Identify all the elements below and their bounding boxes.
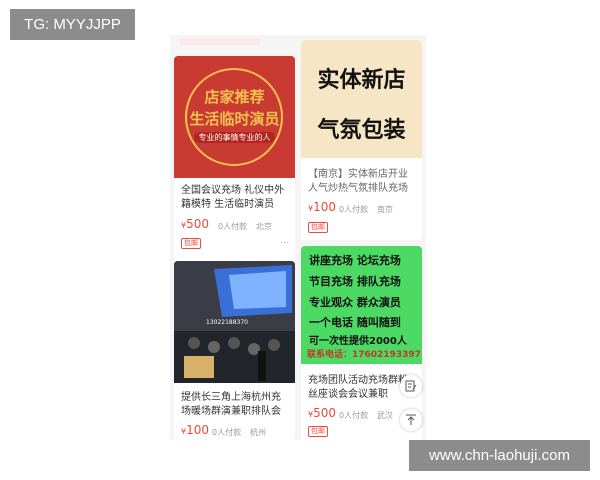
back-to-top-button[interactable]: [400, 409, 422, 431]
product-title: 全国会议充场 礼仪中外籍模特 生活临时演员: [181, 185, 285, 210]
payers-count: 0人付款: [339, 411, 369, 420]
location: 杭州: [250, 428, 266, 437]
product-title: 提供长三角上海杭州充场暖场群演兼职排队会: [181, 392, 281, 417]
product-price: ¥100: [308, 200, 336, 214]
product-price: ¥500: [308, 406, 336, 420]
image-phone-label: 13022188370: [206, 319, 248, 326]
product-card[interactable]: 店家推荐 生活临时演员 专业的事情专业的人 全国会议充场 礼仪中外籍模特 生活临…: [174, 56, 295, 285]
product-card[interactable]: 13022188370 提供长三角上海杭州充场暖场群演兼职排队会 ¥100 0人…: [174, 261, 295, 440]
image-text-line: 一个电话 随叫随到: [309, 316, 401, 329]
image-contact: 联系电话：17602193397: [307, 350, 421, 360]
watermark-top-left: TG: MYYJJPP: [10, 9, 135, 40]
product-feed: 店家推荐 生活临时演员 专业的事情专业的人 全国会议充场 礼仪中外籍模特 生活临…: [170, 35, 426, 440]
product-image: 店家推荐 生活临时演员 专业的事情专业的人: [174, 56, 295, 178]
image-text-line1: 实体新店: [317, 68, 406, 93]
location: 南京: [377, 205, 393, 214]
image-text-line2: 气氛包装: [317, 118, 406, 143]
product-title: 充场团队活动充场群粉丝座谈会会议兼职: [308, 375, 408, 400]
payers-count: 0人付款: [218, 222, 248, 231]
payers-count: 0人付款: [212, 428, 242, 437]
edit-icon: [405, 380, 417, 392]
watermark-bottom-right: www.chn-laohuji.com: [409, 440, 590, 471]
free-shipping-badge: 包邮: [308, 222, 328, 233]
image-text-line: 可一次性提供2000人: [309, 336, 407, 347]
product-image: 实体新店 气氛包装: [301, 40, 422, 158]
payers-count: 0人付款: [339, 205, 369, 214]
image-text-line2: 生活临时演员: [189, 110, 280, 128]
image-text-line3: 专业的事情专业的人: [194, 132, 275, 143]
product-image: 讲座充场 论坛充场 节目充场 排队充场 专业观众 群众演员 一个电话 随叫随到 …: [301, 246, 422, 364]
location: 北京: [256, 222, 272, 231]
free-shipping-badge: 包邮: [308, 426, 328, 437]
free-shipping-badge: 包邮: [181, 238, 201, 249]
image-text-line1: 店家推荐: [204, 88, 265, 106]
image-text-line: 专业观众 群众演员: [309, 296, 401, 309]
previous-card-remnant: [180, 39, 260, 45]
image-text-line: 节目充场 排队充场: [309, 275, 401, 288]
location: 武汉: [377, 411, 393, 420]
product-image: 13022188370: [174, 261, 295, 383]
product-price: ¥100: [181, 423, 209, 437]
product-price: ¥500: [181, 217, 209, 231]
product-card[interactable]: 实体新店 气氛包装 【南京】实体新店开业人气炒热气氛排队充场 ¥100 0人付款…: [301, 40, 422, 240]
product-title: 【南京】实体新店开业人气炒热气氛排队充场: [308, 169, 408, 194]
edit-button[interactable]: [400, 375, 422, 397]
more-icon[interactable]: …: [280, 236, 289, 246]
image-text-line: 讲座充场 论坛充场: [309, 254, 401, 267]
arrow-up-icon: [406, 414, 416, 425]
